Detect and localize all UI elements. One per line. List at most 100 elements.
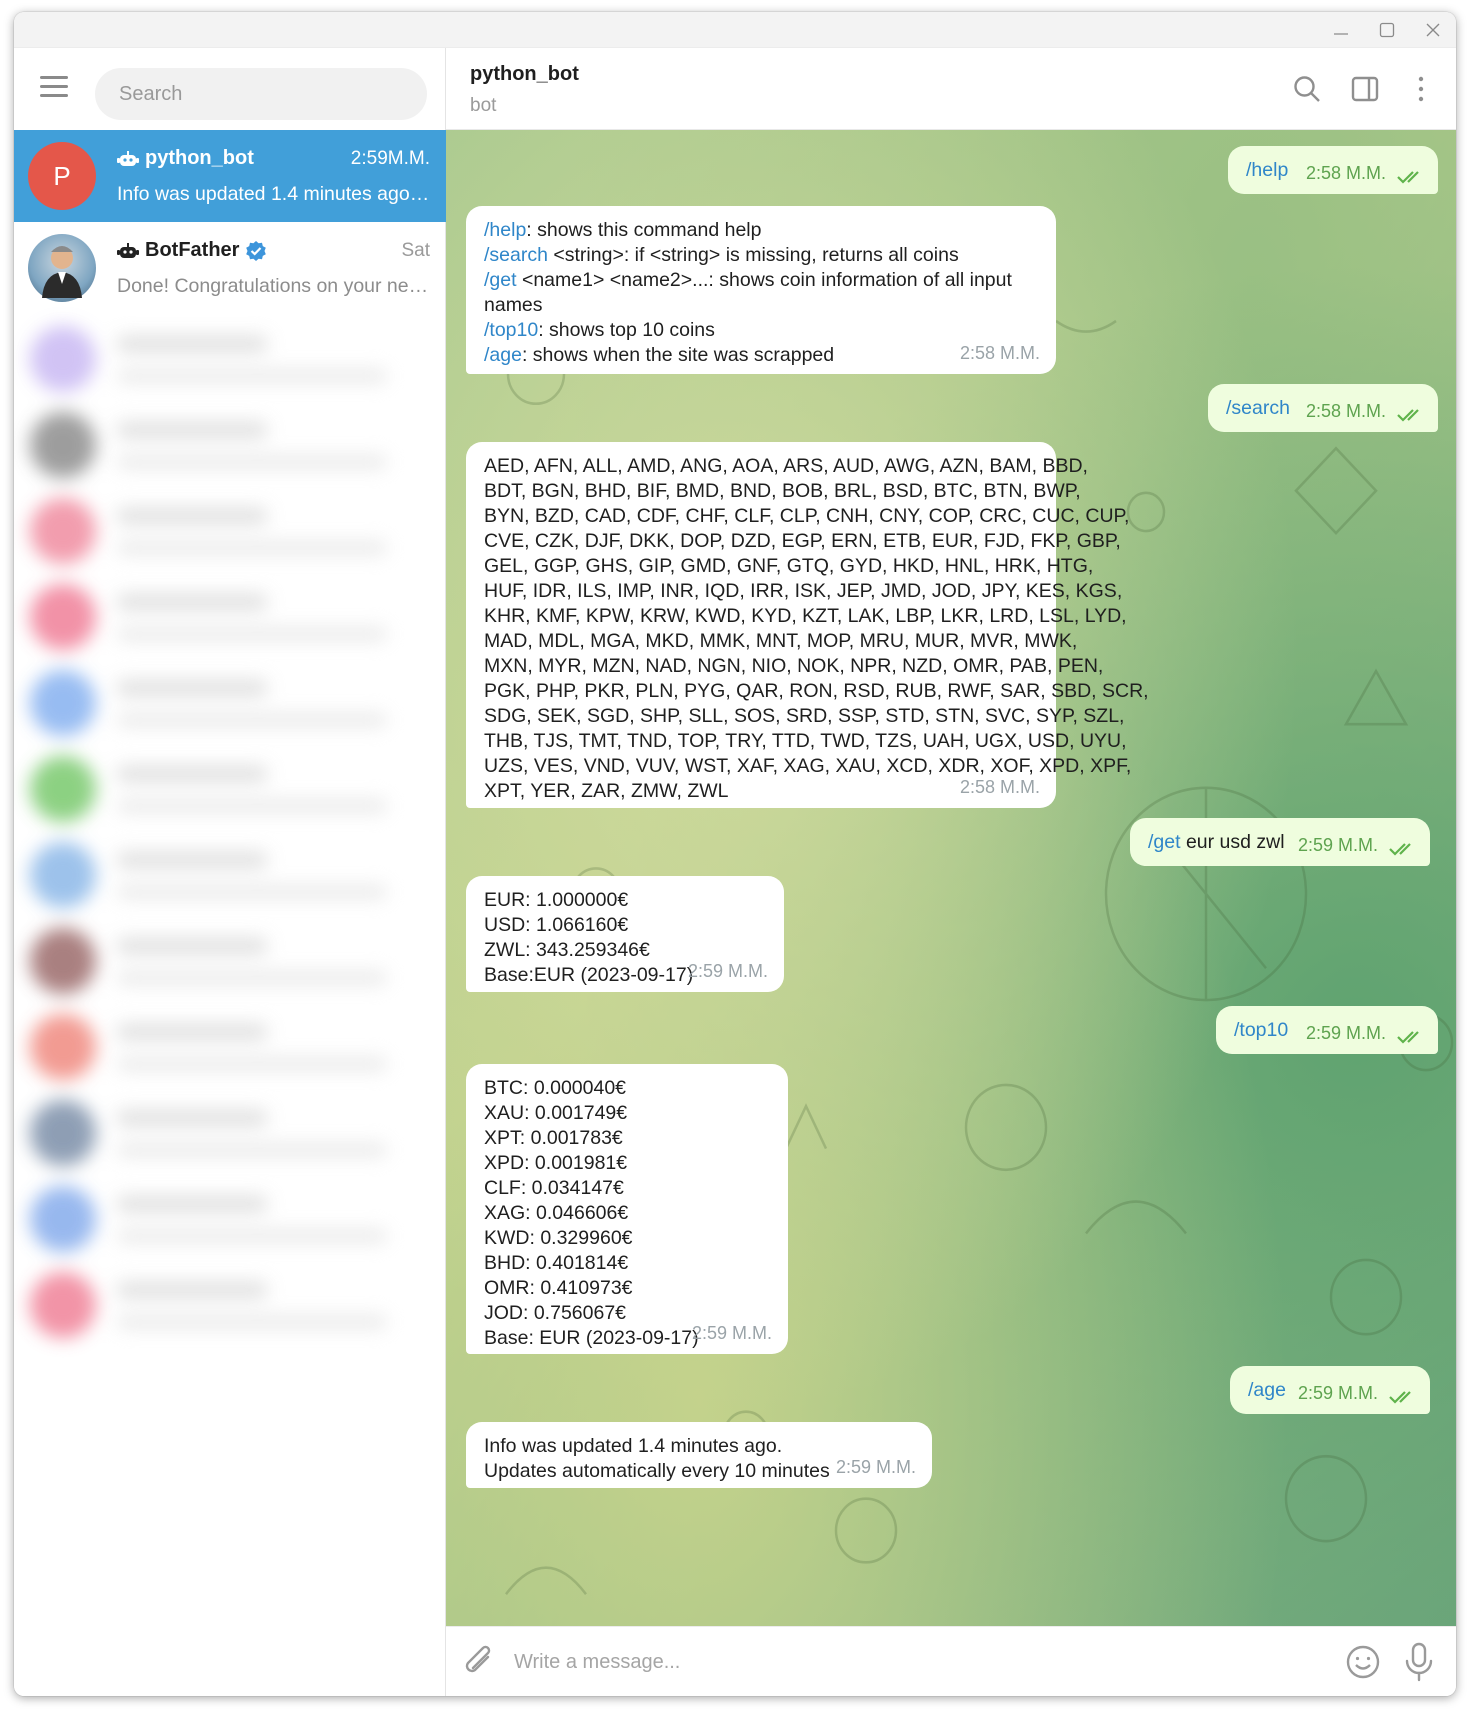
chat-name-row: BotFather	[117, 239, 267, 262]
message-line: AED, AFN, ALL, AMD, ANG, AOA, ARS, AUD, …	[484, 455, 1088, 477]
message-line: HUF, IDR, ILS, IMP, INR, IQD, IRR, ISK, …	[484, 580, 1123, 602]
message-line: EUR: 1.000000€	[484, 889, 629, 911]
menu-icon[interactable]	[40, 76, 68, 97]
title-bar	[14, 12, 1456, 48]
chat-time: Sat	[401, 240, 430, 261]
message-incoming[interactable]: Info was updated 1.4 minutes ago. Update…	[466, 1422, 932, 1488]
message-line: CLF: 0.034147€	[484, 1177, 624, 1199]
message-line: /top10: shows top 10 coins	[484, 319, 715, 341]
close-button[interactable]	[1410, 12, 1456, 48]
avatar: P	[28, 142, 96, 210]
message-text: /get eur usd zwl	[1148, 831, 1285, 853]
message-outgoing[interactable]: /help 2:58 M.M.	[1228, 146, 1438, 194]
message-line: MAD, MDL, MGA, MKD, MMK, MNT, MOP, MRU, …	[484, 630, 1078, 652]
message-outgoing[interactable]: /age 2:59 M.M.	[1230, 1366, 1430, 1414]
avatar	[28, 234, 96, 302]
message-line: /age: shows when the site was scrapped	[484, 344, 835, 366]
message-line: XPT: 0.001783€	[484, 1127, 623, 1149]
search-icon[interactable]	[1288, 70, 1326, 108]
message-line: /search <string>: if <string> is missing…	[484, 244, 959, 266]
message-line: GEL, GGP, GHS, GIP, GMD, GNF, GTQ, GYD, …	[484, 555, 1094, 577]
chat-preview: Info was updated 1.4 minutes ago. Update…	[117, 183, 432, 205]
message-time: 2:58 M.M.	[959, 343, 1040, 363]
message-text[interactable]: /help	[1246, 159, 1288, 181]
double-check-icon	[1396, 167, 1426, 184]
message-line: /get <name1> <name2>...: shows coin info…	[484, 269, 1012, 291]
chat-header: python_bot bot	[446, 48, 1456, 130]
message-line: BDT, BGN, BHD, BIF, BMD, BND, BOB, BRL, …	[484, 480, 1081, 502]
message-line: /help: shows this command help	[484, 219, 762, 241]
message-time: 2:58 M.M.	[959, 777, 1040, 797]
message-line: KHR, KMF, KPW, KRW, KWD, KYD, KZT, LAK, …	[484, 605, 1127, 627]
maximize-button[interactable]	[1364, 12, 1410, 48]
message-time: 2:58 M.M.	[1305, 401, 1386, 421]
sidebar-toggle-icon[interactable]	[1346, 70, 1384, 108]
double-check-icon	[1388, 1387, 1418, 1404]
message-time: 2:59 M.M.	[1297, 835, 1378, 855]
blurred-chat-list	[14, 314, 446, 1696]
message-outgoing[interactable]: /get eur usd zwl 2:59 M.M.	[1130, 818, 1430, 866]
message-time: 2:59 M.M.	[687, 961, 768, 981]
minimize-icon	[1334, 33, 1348, 35]
search-input[interactable]	[95, 68, 427, 120]
message-incoming[interactable]: /help: shows this command help /search <…	[466, 206, 1056, 374]
message-line: UZS, VES, VND, VUV, WST, XAF, XAG, XAU, …	[484, 755, 1132, 777]
message-list[interactable]: /help 2:58 M.M. /help: shows this comman…	[446, 130, 1456, 1626]
attach-icon[interactable]	[462, 1643, 498, 1681]
message-text[interactable]: /age	[1248, 1379, 1286, 1401]
double-check-icon	[1396, 1027, 1426, 1044]
chat-subtitle: bot	[470, 95, 497, 116]
chat-title[interactable]: python_bot	[470, 63, 579, 86]
chat-name: BotFather	[145, 239, 240, 261]
more-icon[interactable]	[1402, 70, 1440, 108]
double-check-icon	[1396, 405, 1426, 422]
maximize-icon	[1379, 22, 1395, 38]
double-check-icon	[1388, 839, 1418, 856]
chat-name-row: python_bot	[117, 147, 254, 170]
message-line: THB, TJS, TMT, TND, TOP, TRY, TTD, TWD, …	[484, 730, 1127, 752]
chat-time: 2:59M.M.	[350, 148, 430, 169]
message-text[interactable]: /top10	[1234, 1019, 1288, 1041]
message-time: 2:59 M.M.	[835, 1457, 916, 1477]
message-incoming[interactable]: EUR: 1.000000€ USD: 1.066160€ ZWL: 343.2…	[466, 876, 784, 992]
bot-icon	[117, 150, 139, 166]
message-outgoing[interactable]: /top10 2:59 M.M.	[1216, 1006, 1438, 1054]
mic-icon[interactable]	[1400, 1641, 1438, 1683]
message-line: OMR: 0.410973€	[484, 1277, 633, 1299]
botfather-avatar-icon	[42, 246, 82, 298]
sidebar: P python_bot 2:59M.M. Info was updated 1…	[14, 48, 446, 1696]
app-window: P python_bot 2:59M.M. Info was updated 1…	[14, 12, 1456, 1696]
chat-item-botfather[interactable]: BotFather Sat Done! Congratulations on y…	[14, 222, 446, 314]
message-line: USD: 1.066160€	[484, 914, 629, 936]
message-input[interactable]	[514, 1641, 1234, 1683]
message-line: BTC: 0.000040€	[484, 1077, 627, 1099]
verified-icon	[246, 240, 267, 261]
message-line: CVE, CZK, DJF, DKK, DOP, DZD, EGP, ERN, …	[484, 530, 1121, 552]
bot-icon	[117, 242, 139, 258]
sidebar-header	[14, 48, 446, 130]
chat-item-python-bot[interactable]: P python_bot 2:59M.M. Info was updated 1…	[14, 130, 446, 222]
message-line: names	[484, 294, 543, 316]
chat-name: python_bot	[145, 147, 254, 169]
message-line: KWD: 0.329960€	[484, 1227, 633, 1249]
message-text[interactable]: /search	[1226, 397, 1290, 419]
message-line: PGK, PHP, PKR, PLN, PYG, QAR, RON, RSD, …	[484, 680, 1149, 702]
message-time: 2:59 M.M.	[1305, 1023, 1386, 1043]
chat-panel: python_bot bot /help 2:58 M.M. /help: sh…	[446, 48, 1456, 1696]
message-line: XPD: 0.001981€	[484, 1152, 628, 1174]
message-line: XPT, YER, ZAR, ZMW, ZWL	[484, 780, 729, 802]
message-time: 2:59 M.M.	[691, 1323, 772, 1343]
message-line: XAG: 0.046606€	[484, 1202, 629, 1224]
message-time: 2:58 M.M.	[1305, 163, 1386, 183]
minimize-button[interactable]	[1318, 12, 1364, 48]
message-incoming[interactable]: BTC: 0.000040€ XAU: 0.001749€ XPT: 0.001…	[466, 1064, 788, 1354]
message-line: SDG, SEK, SGD, SHP, SLL, SOS, SRD, SSP, …	[484, 705, 1125, 727]
close-icon	[1426, 23, 1440, 37]
message-outgoing[interactable]: /search 2:58 M.M.	[1208, 384, 1438, 432]
message-incoming[interactable]: AED, AFN, ALL, AMD, ANG, AOA, ARS, AUD, …	[466, 442, 1149, 808]
message-line: BHD: 0.401814€	[484, 1252, 629, 1274]
message-line: XAU: 0.001749€	[484, 1102, 628, 1124]
message-time: 2:59 M.M.	[1297, 1383, 1378, 1403]
message-line: MXN, MYR, MZN, NAD, NGN, NIO, NOK, NPR, …	[484, 655, 1104, 677]
emoji-icon[interactable]	[1344, 1643, 1382, 1681]
